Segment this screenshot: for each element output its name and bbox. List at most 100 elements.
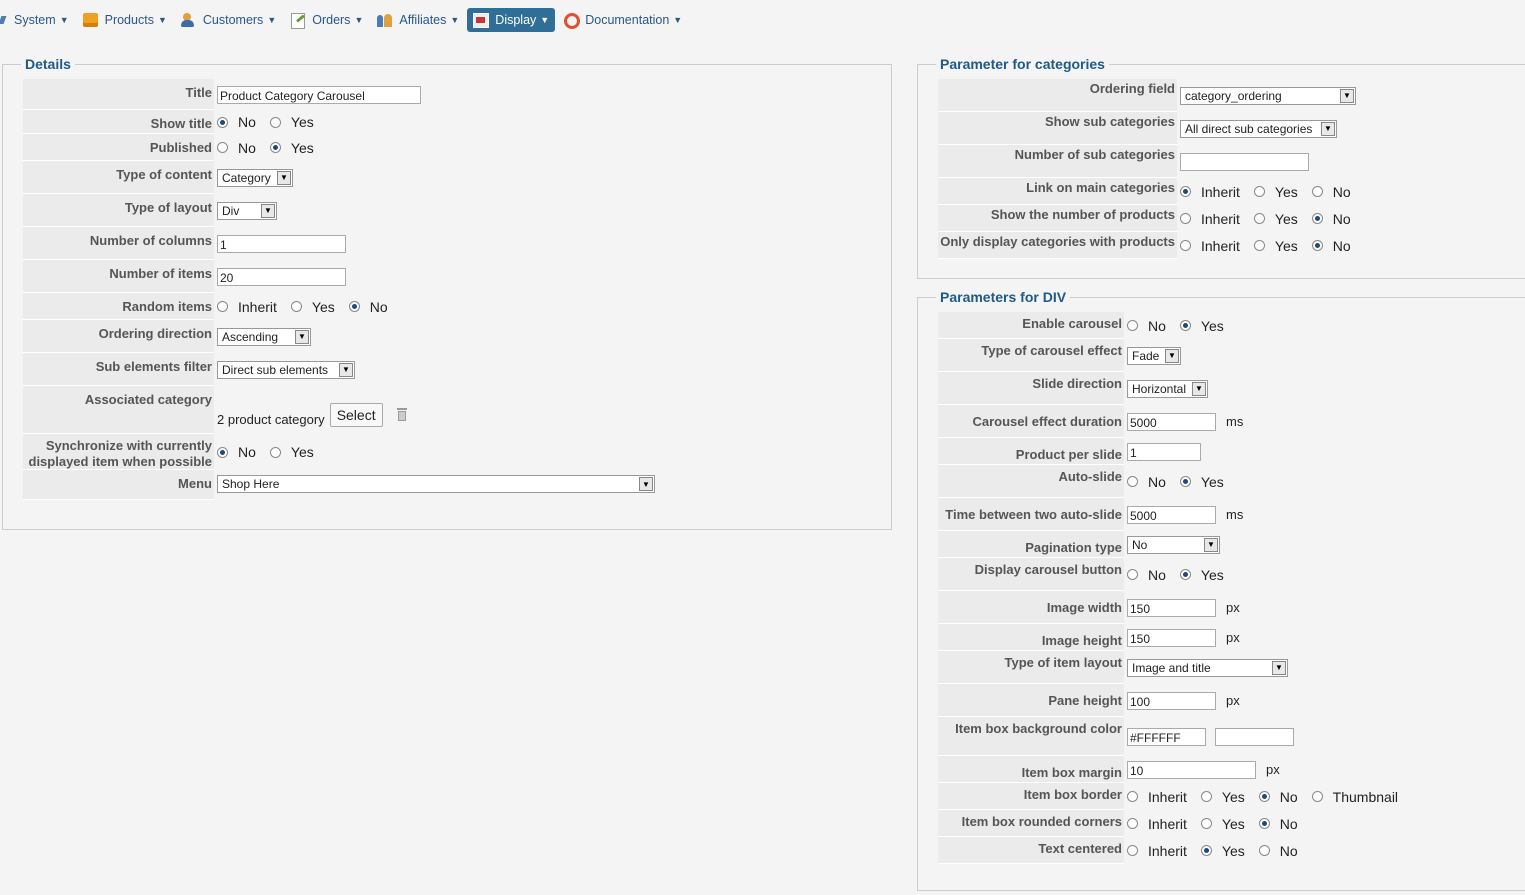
random-items-label: Random items (23, 293, 214, 320)
auto-slide-no-radio[interactable] (1127, 476, 1138, 487)
random-no-radio[interactable] (348, 301, 360, 312)
link-main-inherit-radio[interactable] (1180, 186, 1191, 197)
centered-no-radio[interactable] (1258, 845, 1270, 856)
only-display-inherit-radio[interactable] (1180, 240, 1191, 251)
only-display-no-radio[interactable] (1311, 240, 1323, 251)
num-sub-categories-label: Number of sub categories (938, 145, 1177, 178)
dropdown-arrow-icon: ▼ (639, 477, 653, 491)
slide-direction-select[interactable]: Horizontal ▼ (1127, 379, 1208, 398)
border-inherit-radio[interactable] (1127, 791, 1138, 802)
item-layout-select[interactable]: Image and title ▼ (1127, 658, 1288, 677)
pagination-type-label: Pagination type (938, 531, 1124, 558)
menu-orders[interactable]: Orders ▼ (284, 8, 369, 32)
chevron-down-icon: ▼ (450, 15, 460, 25)
border-no-radio[interactable] (1258, 791, 1270, 802)
show-title-yes-radio[interactable] (269, 116, 281, 128)
num-items-input[interactable]: 20 (217, 267, 346, 286)
show-title-label: Show title (23, 110, 214, 134)
details-legend: Details (21, 56, 75, 72)
published-yes-radio[interactable] (269, 142, 281, 153)
type-content-select[interactable]: Category ▼ (217, 168, 293, 187)
menu-affiliates[interactable]: Affiliates ▼ (371, 8, 465, 32)
show-num-yes-radio[interactable] (1253, 213, 1265, 224)
ordering-field-select[interactable]: category_ordering ▼ (1180, 86, 1356, 105)
link-main-no-radio[interactable] (1311, 186, 1323, 197)
chevron-down-icon: ▼ (59, 15, 69, 25)
num-sub-categories-input[interactable] (1180, 152, 1309, 171)
product-per-slide-input[interactable]: 1 (1127, 442, 1201, 461)
dropdown-arrow-icon: ▼ (295, 329, 309, 344)
image-height-input[interactable]: 150 (1127, 628, 1216, 647)
orders-icon (290, 12, 306, 29)
enable-carousel-label: Enable carousel (938, 312, 1124, 339)
bg-color-swatch[interactable] (1215, 727, 1294, 746)
show-title-no-radio[interactable] (217, 116, 228, 128)
type-content-label: Type of content (23, 161, 214, 194)
sub-filter-select[interactable]: Direct sub elements ▼ (217, 360, 355, 379)
display-button-no-radio[interactable] (1127, 569, 1138, 580)
div-legend: Parameters for DIV (936, 289, 1071, 305)
products-icon (82, 12, 99, 28)
num-columns-input[interactable]: 1 (217, 234, 346, 253)
sync-yes-radio[interactable] (269, 446, 281, 458)
dropdown-arrow-icon: ▼ (1272, 660, 1286, 675)
sub-filter-label: Sub elements filter (23, 353, 214, 386)
border-yes-radio[interactable] (1200, 791, 1212, 802)
display-button-yes-radio[interactable] (1179, 569, 1191, 580)
display-icon (473, 12, 490, 28)
item-box-margin-input[interactable]: 10 (1127, 760, 1256, 779)
sync-no-radio[interactable] (217, 446, 228, 458)
associated-category-label: Associated category (23, 386, 214, 434)
effect-duration-label: Carousel effect duration (938, 405, 1124, 438)
menu-products[interactable]: Products ▼ (77, 8, 173, 32)
pane-height-input[interactable]: 100 (1127, 691, 1216, 710)
rounded-inherit-radio[interactable] (1127, 818, 1138, 829)
menu-documentation[interactable]: Documentation ▼ (557, 8, 688, 32)
border-thumbnail-radio[interactable] (1311, 791, 1323, 802)
pagination-type-select[interactable]: No ▼ (1127, 535, 1220, 554)
documentation-icon (563, 12, 581, 29)
show-num-no-radio[interactable] (1311, 213, 1323, 224)
random-yes-radio[interactable] (290, 301, 302, 312)
enable-carousel-no-radio[interactable] (1127, 320, 1138, 331)
centered-inherit-radio[interactable] (1127, 845, 1138, 856)
centered-yes-radio[interactable] (1200, 845, 1212, 856)
text-centered-label: Text centered (938, 837, 1124, 864)
select-category-button[interactable]: Select (329, 403, 383, 427)
menu-system[interactable]: System ▼ (0, 8, 75, 32)
item-box-margin-label: Item box margin (938, 756, 1124, 783)
trash-icon[interactable] (396, 408, 407, 421)
show-num-inherit-radio[interactable] (1180, 213, 1191, 224)
rounded-yes-radio[interactable] (1200, 818, 1212, 829)
auto-slide-yes-radio[interactable] (1179, 476, 1191, 487)
num-columns-label: Number of columns (23, 227, 214, 260)
dropdown-arrow-icon: ▼ (261, 203, 275, 218)
bg-color-input[interactable]: #FFFFFF (1127, 727, 1206, 746)
dropdown-arrow-icon: ▼ (1321, 121, 1335, 136)
image-width-input[interactable]: 150 (1127, 598, 1216, 617)
enable-carousel-yes-radio[interactable] (1179, 320, 1191, 331)
rounded-no-radio[interactable] (1258, 818, 1270, 829)
time-between-input[interactable]: 5000 (1127, 505, 1216, 524)
auto-slide-label: Auto-slide (938, 465, 1124, 498)
dropdown-arrow-icon: ▼ (277, 170, 291, 185)
title-input[interactable]: Product Category Carousel (217, 85, 421, 104)
show-sub-categories-select[interactable]: All direct sub categories ▼ (1180, 119, 1337, 138)
synchronize-label: Synchronize with currently displayed ite… (23, 434, 214, 470)
menu-customers[interactable]: Customers ▼ (175, 8, 282, 32)
effect-duration-input[interactable]: 5000 (1127, 412, 1216, 431)
random-inherit-radio[interactable] (217, 301, 228, 312)
num-items-label: Number of items (23, 260, 214, 293)
item-box-border-label: Item box border (938, 783, 1124, 810)
ordering-direction-select[interactable]: Ascending ▼ (217, 327, 311, 346)
main-menu: System ▼ Products ▼ Customers ▼ Orders ▼ Aff… (0, 8, 690, 32)
published-no-radio[interactable] (217, 142, 228, 153)
ordering-direction-label: Ordering direction (23, 320, 214, 353)
chevron-down-icon: ▼ (157, 15, 167, 25)
carousel-effect-select[interactable]: Fade ▼ (1127, 346, 1181, 365)
link-main-yes-radio[interactable] (1253, 186, 1265, 197)
only-display-yes-radio[interactable] (1253, 240, 1265, 251)
type-layout-select[interactable]: Div ▼ (217, 201, 277, 220)
menu-select[interactable]: Shop Here ▼ (217, 475, 655, 493)
menu-display[interactable]: Display ▼ (467, 8, 556, 32)
